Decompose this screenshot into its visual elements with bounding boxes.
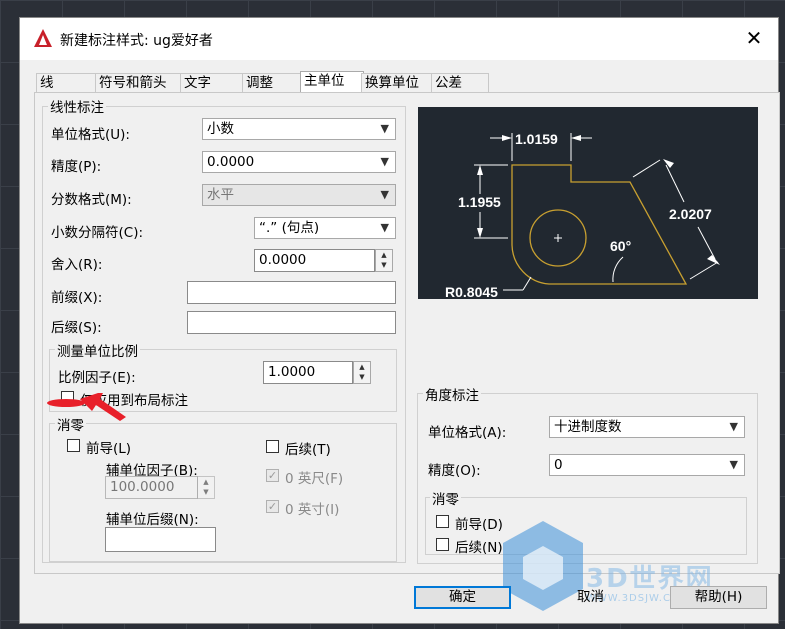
angular-unit-format-label: 单位格式(A): bbox=[428, 425, 507, 441]
preview-dim-left: 1.1955 bbox=[458, 194, 501, 210]
dialog-title: 新建标注样式: ug爱好者 bbox=[60, 33, 213, 49]
preview-panel: 1.0159 1.1955 2.0207 60° R0.8045 bbox=[418, 107, 758, 299]
leading-zero-label: 前导(L) bbox=[86, 441, 132, 457]
dimension-style-dialog: 新建标注样式: ug爱好者 ✕ 线 符号和箭头 文字 调整 主单位 换算单位 公… bbox=[19, 17, 780, 624]
tab-symbols-arrows[interactable]: 符号和箭头 bbox=[95, 73, 182, 93]
tab-tolerances[interactable]: 公差 bbox=[431, 73, 489, 93]
title-bar: 新建标注样式: ug爱好者 ✕ bbox=[20, 18, 778, 60]
unit-format-value: 小数 bbox=[207, 121, 234, 137]
angular-precision-value: 0 bbox=[554, 457, 563, 473]
precision-value: 0.0000 bbox=[207, 154, 255, 170]
sub-unit-factor-spinner[interactable]: ▲ ▼ bbox=[197, 476, 215, 499]
scale-factor-input[interactable]: 1.0000 bbox=[263, 361, 353, 384]
precision-select[interactable]: 0.0000 ▼ bbox=[202, 151, 396, 173]
chevron-down-icon: ▼ bbox=[380, 188, 389, 201]
sub-unit-factor-input[interactable]: 100.0000 bbox=[105, 476, 198, 499]
fraction-format-value: 水平 bbox=[207, 187, 234, 203]
angular-unit-format-select[interactable]: 十进制度数 ▼ bbox=[549, 416, 745, 438]
angular-precision-select[interactable]: 0 ▼ bbox=[549, 454, 745, 476]
angular-leading-label: 前导(D) bbox=[455, 517, 503, 533]
spin-down-icon[interactable]: ▼ bbox=[376, 260, 392, 270]
ok-button[interactable]: 确定 bbox=[414, 586, 511, 609]
preview-angle: 60° bbox=[610, 238, 631, 254]
zero-feet-checkbox[interactable]: ✓ bbox=[266, 469, 279, 482]
decimal-separator-value: “.” (句点) bbox=[259, 220, 320, 236]
linear-group-title: 线性标注 bbox=[48, 96, 106, 116]
round-off-spinner[interactable]: ▲ ▼ bbox=[375, 249, 393, 272]
zero-inches-label: 0 英寸(I) bbox=[285, 502, 340, 518]
spin-down-icon[interactable]: ▼ bbox=[198, 487, 214, 497]
scale-factor-label: 比例因子(E): bbox=[58, 370, 136, 386]
spin-up-icon[interactable]: ▲ bbox=[354, 362, 370, 372]
unit-format-select[interactable]: 小数 ▼ bbox=[202, 118, 396, 140]
fraction-format-label: 分数格式(M): bbox=[51, 192, 132, 208]
scale-factor-spinner[interactable]: ▲ ▼ bbox=[353, 361, 371, 384]
round-off-input[interactable]: 0.0000 bbox=[254, 249, 375, 272]
fraction-format-select[interactable]: 水平 ▼ bbox=[202, 184, 396, 206]
angular-trailing-label: 后续(N) bbox=[455, 540, 503, 556]
preview-dim-right: 2.0207 bbox=[669, 206, 712, 222]
preview-dim-top: 1.0159 bbox=[515, 131, 558, 147]
tab-lines[interactable]: 线 bbox=[36, 73, 99, 93]
help-button[interactable]: 帮助(H) bbox=[670, 586, 767, 609]
spin-up-icon[interactable]: ▲ bbox=[198, 477, 214, 487]
zero-inches-checkbox[interactable]: ✓ bbox=[266, 500, 279, 513]
angular-trailing-checkbox[interactable] bbox=[436, 538, 449, 551]
cancel-button[interactable]: 取消 bbox=[542, 586, 639, 609]
leading-zero-checkbox[interactable] bbox=[67, 439, 80, 452]
decimal-separator-label: 小数分隔符(C): bbox=[51, 225, 144, 241]
round-off-label: 舍入(R): bbox=[51, 257, 103, 273]
decimal-separator-select[interactable]: “.” (句点) ▼ bbox=[254, 217, 396, 239]
trailing-zero-label: 后续(T) bbox=[285, 442, 331, 458]
scale-group-title: 测量单位比例 bbox=[55, 340, 140, 360]
zero-feet-label: 0 英尺(F) bbox=[285, 471, 344, 487]
spin-up-icon[interactable]: ▲ bbox=[376, 250, 392, 260]
prefix-input[interactable] bbox=[187, 281, 396, 304]
suffix-input[interactable] bbox=[187, 311, 396, 334]
precision-label: 精度(P): bbox=[51, 159, 102, 175]
angular-unit-format-value: 十进制度数 bbox=[554, 419, 622, 435]
angular-precision-label: 精度(O): bbox=[428, 463, 481, 479]
sub-unit-suffix-input[interactable] bbox=[105, 527, 216, 552]
tab-fit[interactable]: 调整 bbox=[242, 73, 304, 93]
angular-group-title: 角度标注 bbox=[423, 384, 481, 404]
chevron-down-icon: ▼ bbox=[380, 155, 389, 168]
tab-text[interactable]: 文字 bbox=[180, 73, 243, 93]
prefix-label: 前缀(X): bbox=[51, 290, 103, 306]
sub-unit-suffix-label: 辅单位后缀(N): bbox=[106, 512, 199, 528]
chevron-down-icon: ▼ bbox=[380, 122, 389, 135]
suffix-label: 后缀(S): bbox=[51, 320, 102, 336]
angular-zero-suppress-title: 消零 bbox=[430, 488, 461, 508]
chevron-down-icon: ▼ bbox=[729, 420, 738, 433]
zero-suppress-title: 消零 bbox=[55, 414, 86, 434]
preview-drawing: 1.0159 1.1955 2.0207 60° R0.8045 bbox=[445, 131, 720, 299]
tab-primary-units[interactable]: 主单位 bbox=[300, 71, 364, 93]
trailing-zero-checkbox[interactable] bbox=[266, 440, 279, 453]
preview-radius: R0.8045 bbox=[445, 284, 498, 299]
chevron-down-icon: ▼ bbox=[380, 221, 389, 234]
angular-leading-checkbox[interactable] bbox=[436, 515, 449, 528]
close-button[interactable]: ✕ bbox=[740, 24, 768, 52]
unit-format-label: 单位格式(U): bbox=[51, 127, 130, 143]
chevron-down-icon: ▼ bbox=[729, 458, 738, 471]
tab-alternate-units[interactable]: 换算单位 bbox=[361, 73, 433, 93]
autocad-logo-icon bbox=[34, 29, 52, 47]
spin-down-icon[interactable]: ▼ bbox=[354, 372, 370, 382]
